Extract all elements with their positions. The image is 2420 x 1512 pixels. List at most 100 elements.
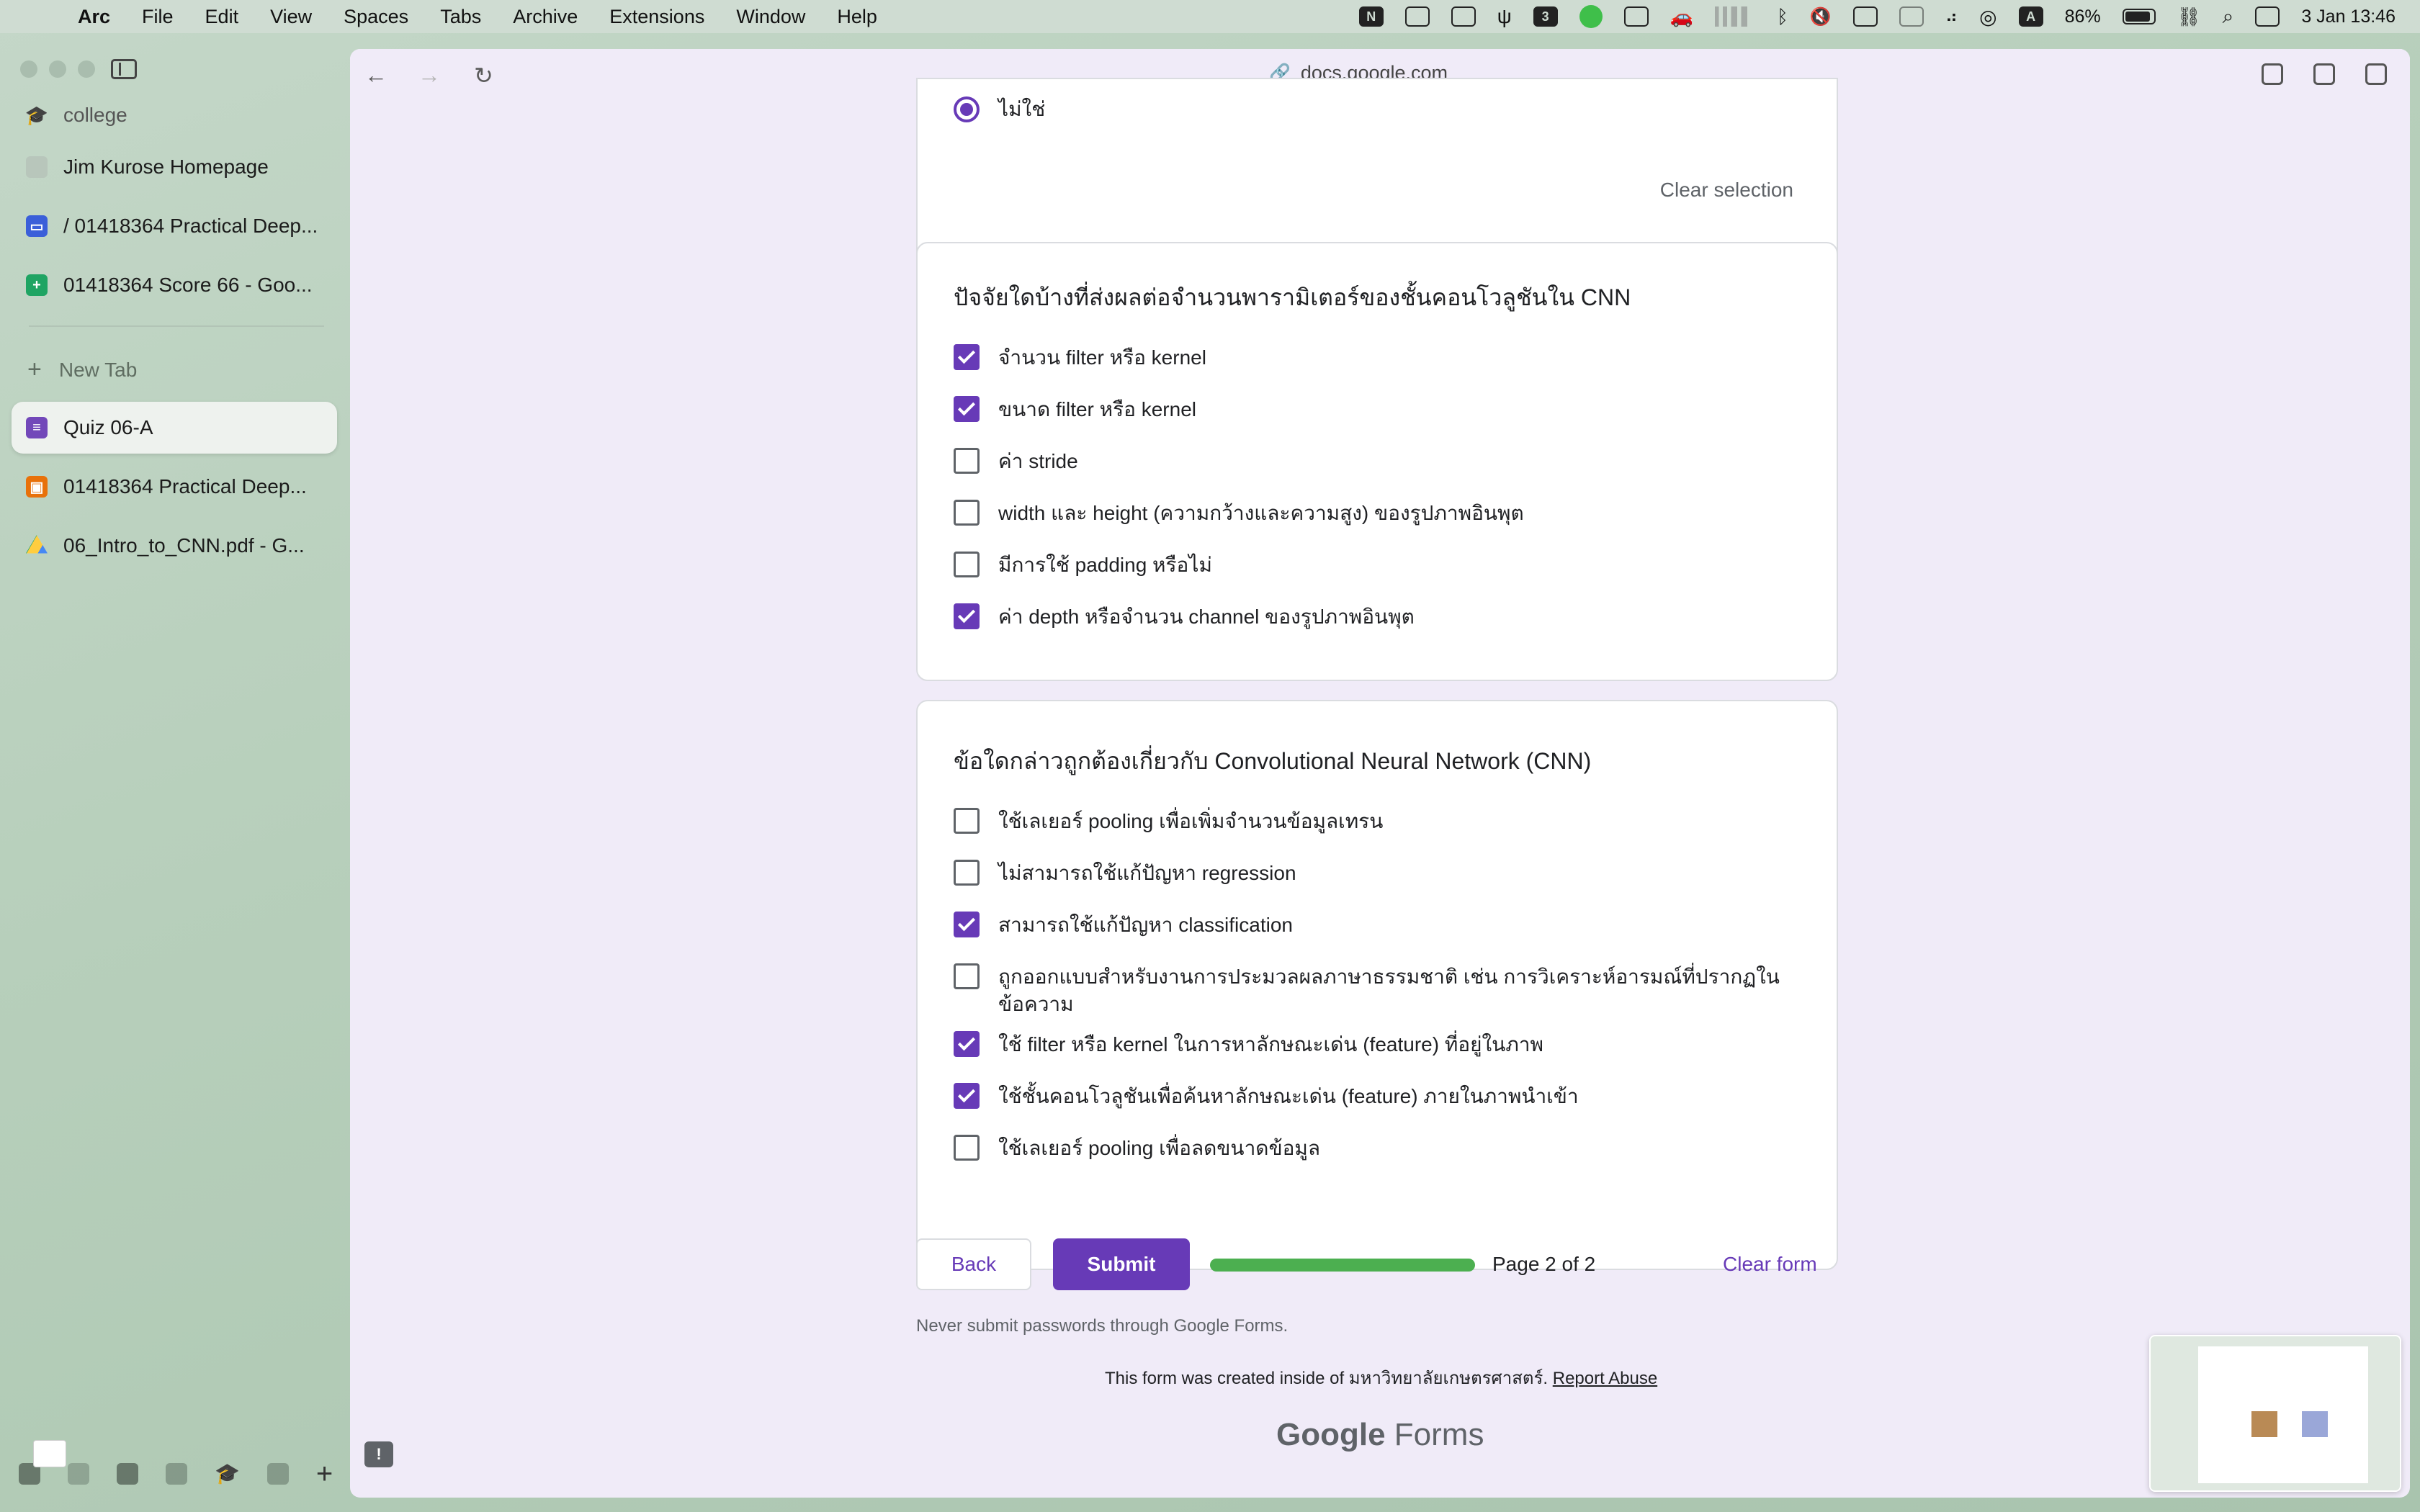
reload-icon[interactable]: ↻ <box>474 62 493 89</box>
clear-form-button[interactable]: Clear form <box>1723 1253 1817 1276</box>
stack-icon[interactable] <box>166 1462 187 1485</box>
add-space-icon[interactable]: + <box>316 1459 333 1488</box>
line-icon[interactable] <box>1579 5 1603 28</box>
pinned-item-score-sheet[interactable]: + 01418364 Score 66 - Goo... <box>12 259 337 311</box>
tab-quiz-06a[interactable]: ≡ Quiz 06-A <box>12 402 337 454</box>
dots-icon[interactable]: ⠴ <box>1945 6 1958 27</box>
keyboard-icon[interactable] <box>1451 6 1476 27</box>
forward-arrow-icon[interactable]: → <box>418 62 441 89</box>
pinned-item-classroom[interactable]: ▭ / 01418364 Practical Deep... <box>12 200 337 252</box>
checkbox-option[interactable]: ค่า stride <box>954 448 1782 475</box>
airdrop-icon[interactable]: ◎ <box>1979 5 1996 29</box>
tab-classroom[interactable]: ▣ 01418364 Practical Deep... <box>12 461 337 513</box>
checkbox-option-label: ค่า depth หรือจำนวน channel ของรูปภาพอิน… <box>998 606 1415 628</box>
notion-icon[interactable]: N <box>1358 6 1384 27</box>
checkbox-checked[interactable] <box>954 912 980 937</box>
minimize-window-button[interactable] <box>49 60 66 78</box>
checkbox-option[interactable]: width และ height (ความกว้างและความสูง) ข… <box>954 500 1782 527</box>
menu-file[interactable]: File <box>142 6 174 28</box>
back-arrow-icon[interactable]: ← <box>364 62 387 89</box>
stage-manager-icon[interactable] <box>1899 6 1924 27</box>
checkbox-option[interactable]: ขนาด filter หรือ kernel <box>954 396 1782 423</box>
checkbox-unchecked[interactable] <box>954 963 980 989</box>
menu-extensions[interactable]: Extensions <box>609 6 704 28</box>
menu-edit[interactable]: Edit <box>205 6 239 28</box>
display-icon[interactable] <box>1852 6 1878 27</box>
logo-google-text: Google <box>1276 1417 1386 1452</box>
screenshot-icon[interactable] <box>1404 6 1430 27</box>
back-button[interactable]: Back <box>916 1238 1031 1290</box>
menu-window[interactable]: Window <box>736 6 805 28</box>
spotlight-search-icon[interactable]: ⌕ <box>2223 5 2234 29</box>
menu-spaces[interactable]: Spaces <box>344 6 408 28</box>
graduation-cap-icon[interactable]: 🎓 <box>215 1462 240 1485</box>
menu-view[interactable]: View <box>270 6 312 28</box>
feedback-icon[interactable]: ! <box>364 1441 393 1467</box>
control-center-icon[interactable] <box>2255 6 2280 27</box>
menu-help[interactable]: Help <box>837 6 877 28</box>
checkbox-unchecked[interactable] <box>954 552 980 577</box>
new-tab-button[interactable]: + New Tab <box>27 356 137 384</box>
radio-option[interactable]: ไม่ใช่ <box>954 94 1045 125</box>
mute-icon[interactable]: 🔇 <box>1810 6 1832 27</box>
app-menu-arc[interactable]: Arc <box>78 6 110 28</box>
tab-drive-pdf[interactable]: 06_Intro_to_CNN.pdf - G... <box>12 520 337 572</box>
menu-archive[interactable]: Archive <box>513 6 578 28</box>
bluetooth-icon[interactable]: ᛒ <box>1777 6 1788 28</box>
link-icon[interactable]: ⛓ <box>2177 6 2201 28</box>
question-card-1: ปัจจัยใดบ้างที่ส่งผลต่อจำนวนพารามิเตอร์ข… <box>916 242 1838 681</box>
extensions-icon[interactable] <box>2313 63 2335 85</box>
google-forms-logo[interactable]: Google Forms <box>1276 1417 1484 1453</box>
window-preview-thumbnail[interactable] <box>2149 1335 2401 1492</box>
checkbox-checked[interactable] <box>954 344 980 370</box>
checkbox-option[interactable]: สามารถใช้แก้ปัญหา classification <box>954 912 1782 939</box>
apple-icon[interactable] <box>27 6 46 27</box>
input-source-icon[interactable]: A <box>2018 6 2043 27</box>
battery-icon[interactable] <box>2122 9 2156 24</box>
badge-icon[interactable]: 3 <box>1533 6 1558 27</box>
split-view-icon[interactable] <box>2365 63 2387 85</box>
checkbox-checked[interactable] <box>954 1031 980 1057</box>
close-window-button[interactable] <box>20 60 37 78</box>
checkbox-option[interactable]: ใช้ชั้นคอนโวลูชันเพื่อค้นหาลักษณะเด่น (f… <box>954 1083 1782 1110</box>
toggle-sidebar-icon[interactable] <box>111 59 137 79</box>
checkbox-checked[interactable] <box>954 603 980 629</box>
question-card-2: ข้อใดกล่าวถูกต้องเกี่ยวกับ Convolutional… <box>916 700 1838 1270</box>
checkbox-unchecked[interactable] <box>954 448 980 474</box>
page-icon <box>26 156 48 178</box>
clear-selection-button[interactable]: Clear selection <box>1660 179 1793 202</box>
checkbox-unchecked[interactable] <box>954 500 980 526</box>
checkbox-option[interactable]: ไม่สามารถใช้แก้ปัญหา regression <box>954 860 1782 887</box>
translate-icon[interactable] <box>2262 63 2283 85</box>
checkbox-checked[interactable] <box>954 1083 980 1109</box>
turtle-icon[interactable] <box>68 1462 89 1485</box>
download-thumbnail[interactable] <box>33 1440 66 1467</box>
book-icon[interactable] <box>117 1462 138 1485</box>
checkbox-option[interactable]: มีการใช้ padding หรือไม่ <box>954 552 1782 579</box>
checkbox-unchecked[interactable] <box>954 808 980 834</box>
report-abuse-link[interactable]: Report Abuse <box>1553 1369 1657 1388</box>
submit-button[interactable]: Submit <box>1053 1238 1190 1290</box>
info-icon[interactable] <box>266 1462 289 1485</box>
radio-button-selected[interactable] <box>954 96 980 122</box>
forms-icon: ≡ <box>26 417 48 438</box>
menu-tabs[interactable]: Tabs <box>440 6 481 28</box>
checkbox-unchecked[interactable] <box>954 1135 980 1161</box>
car-icon[interactable]: 🚗 <box>1670 6 1693 28</box>
fork-icon[interactable]: ψ <box>1497 5 1512 28</box>
checkbox-option[interactable]: ถูกออกแบบสำหรับงานการประมวลผลภาษาธรรมชาต… <box>954 963 1782 1018</box>
checkbox-option[interactable]: ใช้เลเยอร์ pooling เพื่อลดขนาดข้อมูล <box>954 1135 1782 1162</box>
pinned-item-jim-kurose[interactable]: Jim Kurose Homepage <box>12 141 337 193</box>
checkbox-unchecked[interactable] <box>954 860 980 886</box>
clock[interactable]: 3 Jan 13:46 <box>2301 6 2396 27</box>
checkbox-option[interactable]: ใช้ filter หรือ kernel ในการหาลักษณะเด่น… <box>954 1031 1782 1058</box>
checkbox-checked[interactable] <box>954 396 980 422</box>
checkbox-option[interactable]: ใช้เลเยอร์ pooling เพื่อเพิ่มจำนวนข้อมูล… <box>954 808 1782 835</box>
checkbox-option[interactable]: จำนวน filter หรือ kernel <box>954 344 1782 372</box>
zoom-window-button[interactable] <box>78 60 95 78</box>
activity-graph-icon[interactable] <box>1715 6 1756 27</box>
checkbox-option[interactable]: ค่า depth หรือจำนวน channel ของรูปภาพอิน… <box>954 603 1782 631</box>
checkbox-option-label: มีการใช้ padding หรือไม่ <box>998 554 1212 576</box>
pinned-item-college[interactable]: 🎓 college <box>12 89 337 141</box>
sidebar-icon[interactable] <box>1623 6 1649 27</box>
